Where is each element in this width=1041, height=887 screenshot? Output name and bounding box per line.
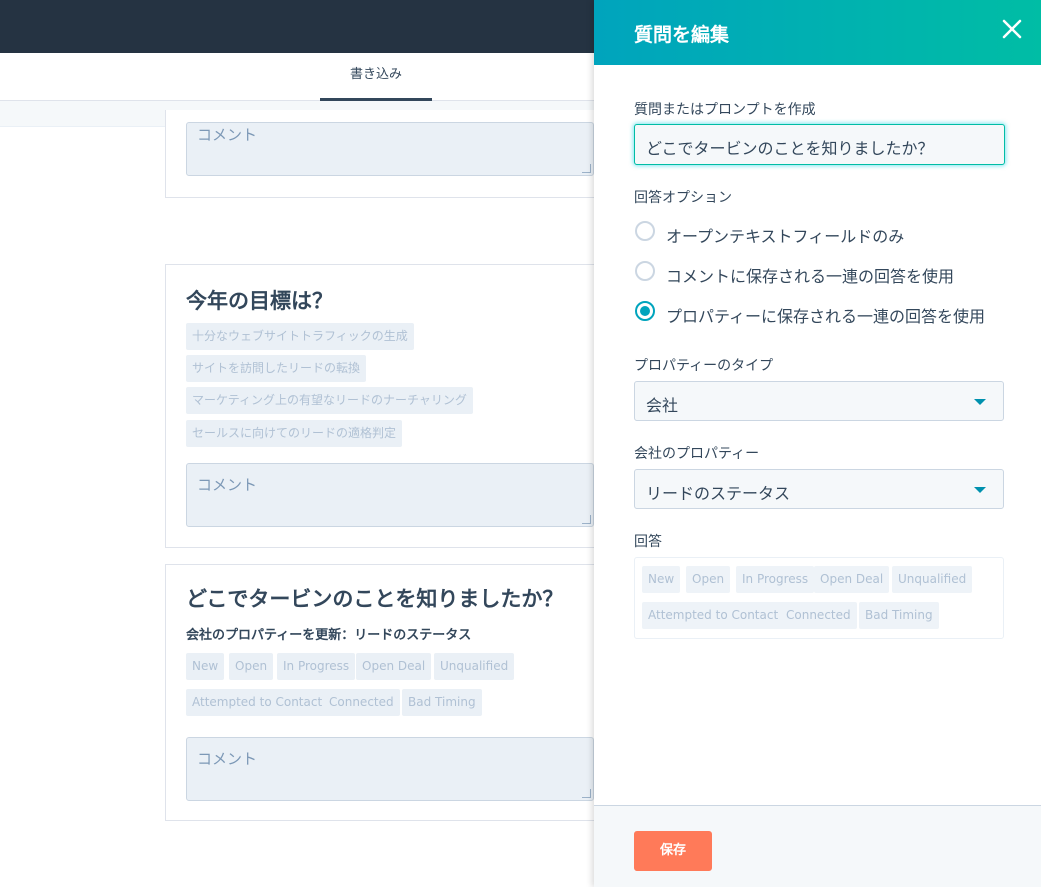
panel-header: 質問を編集 [594, 0, 1041, 65]
panel-footer: 保存 [594, 805, 1041, 887]
radio-label: コメントに保存される一連の回答を使用 [666, 267, 955, 286]
radio-comment-answers[interactable]: コメントに保存される一連の回答を使用 [634, 261, 964, 286]
comment-textarea[interactable]: コメント [186, 122, 594, 176]
answer-options-label: 回答オプション [634, 190, 732, 206]
answer-chip: In Progress [736, 566, 815, 593]
answer-chip[interactable]: Attempted to Contact [186, 689, 329, 716]
panel-title: 質問を編集 [634, 24, 730, 46]
question-card-3: どこでタービンのことを知りましたか？ 会社のプロパティーを更新：リードのステータ… [165, 564, 605, 821]
question-label: 質問またはプロンプトを作成 [634, 102, 816, 118]
save-button[interactable]: 保存 [634, 831, 712, 871]
answer-chip[interactable]: サイトを訪問したリードの転換 [186, 355, 367, 382]
edit-question-panel: 質問を編集 質問またはプロンプトを作成 どこでタービンのことを知りましたか？ 回… [594, 0, 1041, 887]
answer-chip[interactable]: セールスに向けてのリードの適格判定 [186, 420, 403, 447]
answers-label: 回答 [634, 534, 662, 550]
comment-textarea[interactable]: コメント [186, 463, 594, 527]
answer-chip[interactable]: In Progress [277, 653, 356, 680]
comment-textarea[interactable]: コメント [186, 737, 594, 801]
question-input[interactable]: どこでタービンのことを知りましたか？ [634, 124, 1005, 165]
radio-button[interactable] [635, 261, 655, 281]
radio-button-selected[interactable] [635, 301, 655, 321]
comment-placeholder: コメント [197, 126, 258, 144]
tab-bar: 書き込み [0, 53, 594, 101]
tab-write[interactable]: 書き込み [320, 53, 432, 101]
answers-list: New Open In Progress Open Deal Unqualifi… [634, 557, 1004, 639]
question-card-2: 今年の目標は？ 十分なウェブサイトトラフィックの生成 サイトを訪問したリードの転… [165, 264, 605, 548]
answer-chip[interactable]: 十分なウェブサイトトラフィックの生成 [186, 323, 414, 350]
answer-chip: Open [686, 566, 731, 593]
answer-chip[interactable]: Unqualified [434, 653, 515, 680]
answer-chip[interactable]: Bad Timing [402, 689, 482, 716]
property-update-note: 会社のプロパティーを更新：リードのステータス [186, 628, 472, 643]
answer-chip: Open Deal [814, 566, 890, 593]
resize-handle-icon[interactable] [582, 164, 591, 173]
company-property-select[interactable]: リードのステータス [634, 469, 1004, 509]
radio-label: プロパティーに保存される一連の回答を使用 [666, 307, 986, 326]
close-icon[interactable] [999, 16, 1025, 42]
answer-chip[interactable]: New [186, 653, 225, 680]
answer-chip: Unqualified [892, 566, 973, 593]
radio-open-text[interactable]: オープンテキストフィールドのみ [634, 221, 934, 246]
question-input-value: どこでタービンのことを知りましたか？ [646, 139, 934, 158]
question-card-1: コメント [165, 110, 605, 198]
select-value: リードのステータス [646, 484, 791, 503]
radio-property-answers[interactable]: プロパティーに保存される一連の回答を使用 [634, 301, 994, 326]
chevron-down-icon [974, 487, 986, 493]
answer-chip: Connected [780, 602, 857, 629]
select-value: 会社 [646, 396, 679, 415]
answer-chip: Attempted to Contact [642, 602, 785, 629]
property-type-select[interactable]: 会社 [634, 381, 1004, 421]
answer-chip: New [642, 566, 681, 593]
answer-chip[interactable]: Open Deal [356, 653, 432, 680]
answer-chip[interactable]: マーケティング上の有望なリードのナーチャリング [186, 387, 473, 414]
resize-handle-icon[interactable] [582, 515, 591, 524]
comment-placeholder: コメント [197, 750, 258, 768]
answer-chip[interactable]: Open [229, 653, 274, 680]
answer-chip[interactable]: Connected [323, 689, 400, 716]
question-title: どこでタービンのことを知りましたか？ [186, 587, 564, 611]
radio-button[interactable] [635, 221, 655, 241]
company-property-label: 会社のプロパティー [634, 446, 760, 462]
radio-label: オープンテキストフィールドのみ [666, 227, 905, 246]
chevron-down-icon [974, 399, 986, 405]
question-title: 今年の目標は？ [186, 289, 333, 313]
resize-handle-icon[interactable] [582, 789, 591, 798]
answer-chip: Bad Timing [859, 602, 939, 629]
comment-placeholder: コメント [197, 476, 258, 494]
property-type-label: プロパティーのタイプ [634, 358, 774, 374]
